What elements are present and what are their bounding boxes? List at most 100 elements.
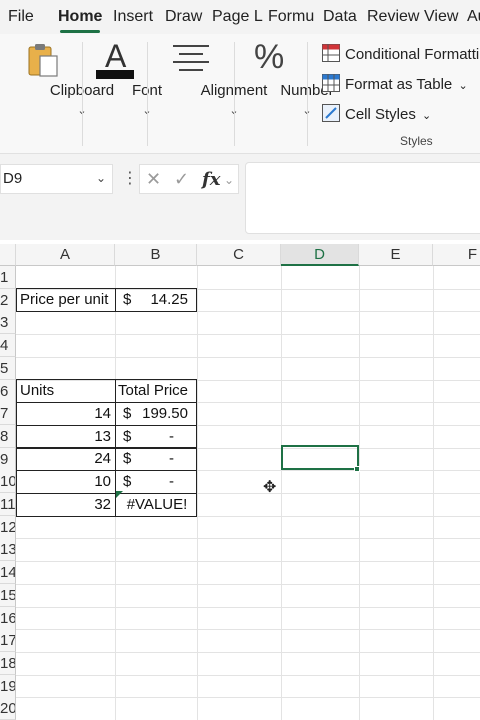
move-cursor-icon: ✥ bbox=[263, 479, 277, 496]
cell-b6[interactable]: Total Price bbox=[115, 379, 197, 403]
row-header-4[interactable]: 4 bbox=[0, 334, 16, 357]
row-header-5[interactable]: 5 bbox=[0, 357, 16, 380]
row-header-2[interactable]: 2 bbox=[0, 289, 16, 312]
gridline bbox=[16, 357, 480, 358]
cell-styles-icon bbox=[322, 104, 340, 122]
formula-input[interactable] bbox=[245, 162, 480, 234]
group-divider bbox=[307, 42, 308, 146]
tab-formulas[interactable]: Formu bbox=[268, 8, 314, 26]
name-box[interactable]: D9 ⌄ bbox=[0, 164, 113, 194]
tab-page-layout[interactable]: Page L bbox=[212, 8, 263, 26]
percent-icon: % bbox=[254, 38, 285, 76]
gridline bbox=[16, 561, 480, 562]
cell-value: 199.50 bbox=[142, 405, 188, 422]
column-header-c[interactable]: C bbox=[197, 244, 281, 266]
column-header-a[interactable]: A bbox=[16, 244, 115, 266]
cell-a10[interactable]: 10 bbox=[16, 470, 116, 494]
conditional-formatting-button[interactable]: Conditional Formatting bbox=[322, 44, 480, 63]
tab-file[interactable]: File bbox=[8, 8, 34, 26]
selected-cell-d9[interactable] bbox=[281, 445, 359, 470]
cell-error-value: #VALUE! bbox=[126, 496, 188, 513]
row-header-11[interactable]: 11 bbox=[0, 493, 16, 516]
alignment-button[interactable]: Alignment ⌄ bbox=[148, 34, 267, 153]
cell-value: - bbox=[169, 450, 174, 467]
row-header-14[interactable]: 14 bbox=[0, 561, 16, 584]
tab-review[interactable]: Review bbox=[367, 8, 419, 26]
row-header-9[interactable]: 9 bbox=[0, 448, 16, 471]
tab-data[interactable]: Data bbox=[323, 8, 357, 26]
font-button[interactable]: A Font ⌄ bbox=[83, 34, 162, 153]
clipboard-icon bbox=[26, 42, 60, 83]
column-header-d[interactable]: D bbox=[281, 244, 359, 266]
cell-a6[interactable]: Units bbox=[16, 379, 116, 403]
chevron-down-icon[interactable]: ⌄ bbox=[224, 173, 234, 187]
error-indicator-icon[interactable] bbox=[116, 491, 123, 498]
more-options-icon[interactable]: ⋮ bbox=[122, 168, 138, 188]
cell-a11[interactable]: 32 bbox=[16, 493, 116, 517]
active-tab-indicator bbox=[60, 30, 100, 33]
row-header-6[interactable]: 6 bbox=[0, 380, 16, 403]
ribbon-tab-bar: File Home Insert Draw Page L Formu Data … bbox=[0, 0, 480, 34]
cell-styles-label: Cell Styles bbox=[345, 106, 416, 123]
row-header-15[interactable]: 15 bbox=[0, 584, 16, 607]
row-header-12[interactable]: 12 bbox=[0, 516, 16, 539]
row-header-3[interactable]: 3 bbox=[0, 311, 16, 334]
row-header-8[interactable]: 8 bbox=[0, 425, 16, 448]
format-as-table-button[interactable]: Format as Table ⌄ bbox=[322, 74, 468, 93]
cell-currency: $ bbox=[123, 450, 132, 467]
clipboard-button[interactable]: Clipboard ⌄ bbox=[0, 34, 114, 153]
chevron-down-icon[interactable]: ⌄ bbox=[96, 171, 106, 185]
cell-a8[interactable]: 13 bbox=[16, 425, 116, 449]
row-header-7[interactable]: 7 bbox=[0, 402, 16, 425]
cell-b9[interactable]: $ - bbox=[115, 447, 197, 471]
gridline bbox=[16, 334, 480, 335]
row-header-19[interactable]: 19 bbox=[0, 675, 16, 698]
row-header-17[interactable]: 17 bbox=[0, 629, 16, 652]
gridline bbox=[16, 697, 480, 698]
gridline bbox=[16, 652, 480, 653]
chevron-down-icon: ⌄ bbox=[422, 110, 432, 122]
cell-b11[interactable]: #VALUE! bbox=[115, 493, 197, 517]
tab-draw[interactable]: Draw bbox=[165, 8, 202, 26]
worksheet-grid[interactable]: A B C D E F 1 2 3 4 5 6 7 8 9 10 11 12 13 14 15 16 17 18 1… bbox=[0, 244, 480, 720]
row-header-13[interactable]: 13 bbox=[0, 538, 16, 561]
column-header-b[interactable]: B bbox=[115, 244, 197, 266]
conditional-formatting-label: Conditional Formatting bbox=[345, 46, 480, 63]
row-header-10[interactable]: 10 bbox=[0, 470, 16, 493]
tab-insert[interactable]: Insert bbox=[113, 8, 153, 26]
cell-styles-button[interactable]: Cell Styles ⌄ bbox=[322, 104, 431, 123]
cell-b8[interactable]: $ - bbox=[115, 425, 197, 449]
name-box-value: D9 bbox=[3, 170, 23, 187]
cell-b7[interactable]: $199.50 bbox=[115, 402, 197, 426]
ribbon: Clipboard ⌄ A Font ⌄ Alignment ⌄ % Numbe… bbox=[0, 34, 480, 154]
cell-a2[interactable]: Price per unit bbox=[16, 288, 116, 312]
tab-view[interactable]: View bbox=[424, 8, 458, 26]
gridline bbox=[16, 584, 480, 585]
row-header-20[interactable]: 20 bbox=[0, 697, 16, 720]
tab-automate[interactable]: Au bbox=[467, 8, 480, 26]
cell-value: - bbox=[169, 473, 174, 490]
cell-a7[interactable]: 14 bbox=[16, 402, 116, 426]
row-header-1[interactable]: 1 bbox=[0, 266, 16, 289]
column-header-f[interactable]: F bbox=[433, 244, 480, 266]
select-all-corner[interactable] bbox=[0, 244, 16, 266]
enter-check-icon[interactable]: ✓ bbox=[174, 169, 189, 190]
column-header-e[interactable]: E bbox=[359, 244, 433, 266]
number-button[interactable]: % Number ⌄ bbox=[235, 34, 334, 153]
cell-b2-value: 14.25 bbox=[150, 291, 188, 308]
cell-currency: $ bbox=[123, 405, 132, 422]
cell-b2[interactable]: $ 14.25 bbox=[115, 288, 197, 312]
cell-a9[interactable]: 24 bbox=[16, 447, 116, 471]
chevron-down-icon: ⌄ bbox=[458, 80, 468, 92]
cell-currency: $ bbox=[123, 473, 132, 490]
cell-value: - bbox=[169, 428, 174, 445]
insert-function-icon[interactable]: fx bbox=[202, 169, 220, 190]
row-header-18[interactable]: 18 bbox=[0, 652, 16, 675]
fill-handle[interactable] bbox=[354, 466, 360, 472]
font-color-icon: A bbox=[96, 38, 134, 80]
tab-home[interactable]: Home bbox=[58, 8, 102, 26]
cell-b10[interactable]: $ - bbox=[115, 470, 197, 494]
cancel-icon[interactable]: ✕ bbox=[146, 169, 161, 190]
row-header-16[interactable]: 16 bbox=[0, 607, 16, 630]
conditional-formatting-icon bbox=[322, 44, 340, 62]
